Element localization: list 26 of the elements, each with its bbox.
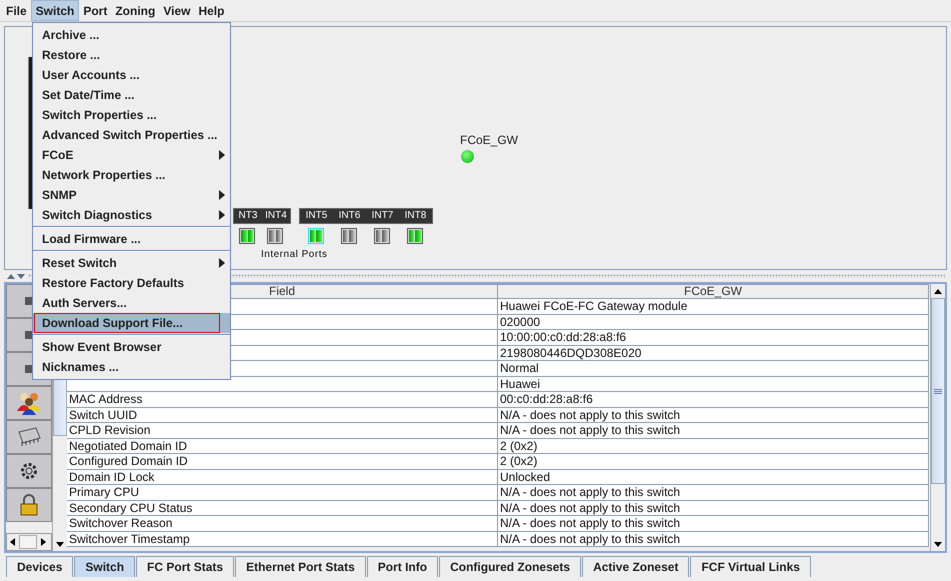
menu-item-label: Advanced Switch Properties ... bbox=[42, 128, 218, 142]
port-label: INT5 bbox=[304, 209, 328, 223]
table-cell: Switchover Timestamp bbox=[67, 532, 498, 547]
port-label: NT3 bbox=[238, 209, 258, 223]
ports-caption: Internal Ports bbox=[261, 249, 328, 260]
menu-item-label: SNMP bbox=[42, 188, 78, 202]
menu-item-label: Switch Diagnostics bbox=[42, 208, 154, 222]
port-label: INT8 bbox=[404, 209, 428, 223]
menu-item-label: Auth Servers... bbox=[42, 296, 128, 310]
port-label: INT6 bbox=[338, 209, 362, 223]
menu-item-label: Set Date/Time ... bbox=[42, 88, 136, 102]
menu-item-label: Show Event Browser bbox=[42, 340, 162, 354]
menu-item-label: FCoE bbox=[42, 148, 74, 162]
menu-item-label: Archive ... bbox=[42, 28, 100, 42]
port-label: INT7 bbox=[370, 209, 394, 223]
menu-item-label: User Accounts ... bbox=[42, 68, 141, 82]
menu-item-label: Network Properties ... bbox=[42, 168, 166, 182]
port-label: INT4 bbox=[264, 209, 288, 223]
menu-item-label: Download Support File... bbox=[42, 316, 184, 330]
menu-item-label: Load Firmware ... bbox=[42, 232, 142, 246]
menu-item-label: Switch Properties ... bbox=[42, 108, 158, 122]
menu-item-label: Nicknames ... bbox=[42, 360, 120, 374]
menu-item-label: Restore ... bbox=[42, 48, 102, 62]
table-cell: N/A - does not apply to this switch bbox=[498, 532, 929, 547]
menu-item-label: Reset Switch bbox=[42, 256, 118, 270]
switch-name: FCoE_GW bbox=[460, 133, 518, 147]
